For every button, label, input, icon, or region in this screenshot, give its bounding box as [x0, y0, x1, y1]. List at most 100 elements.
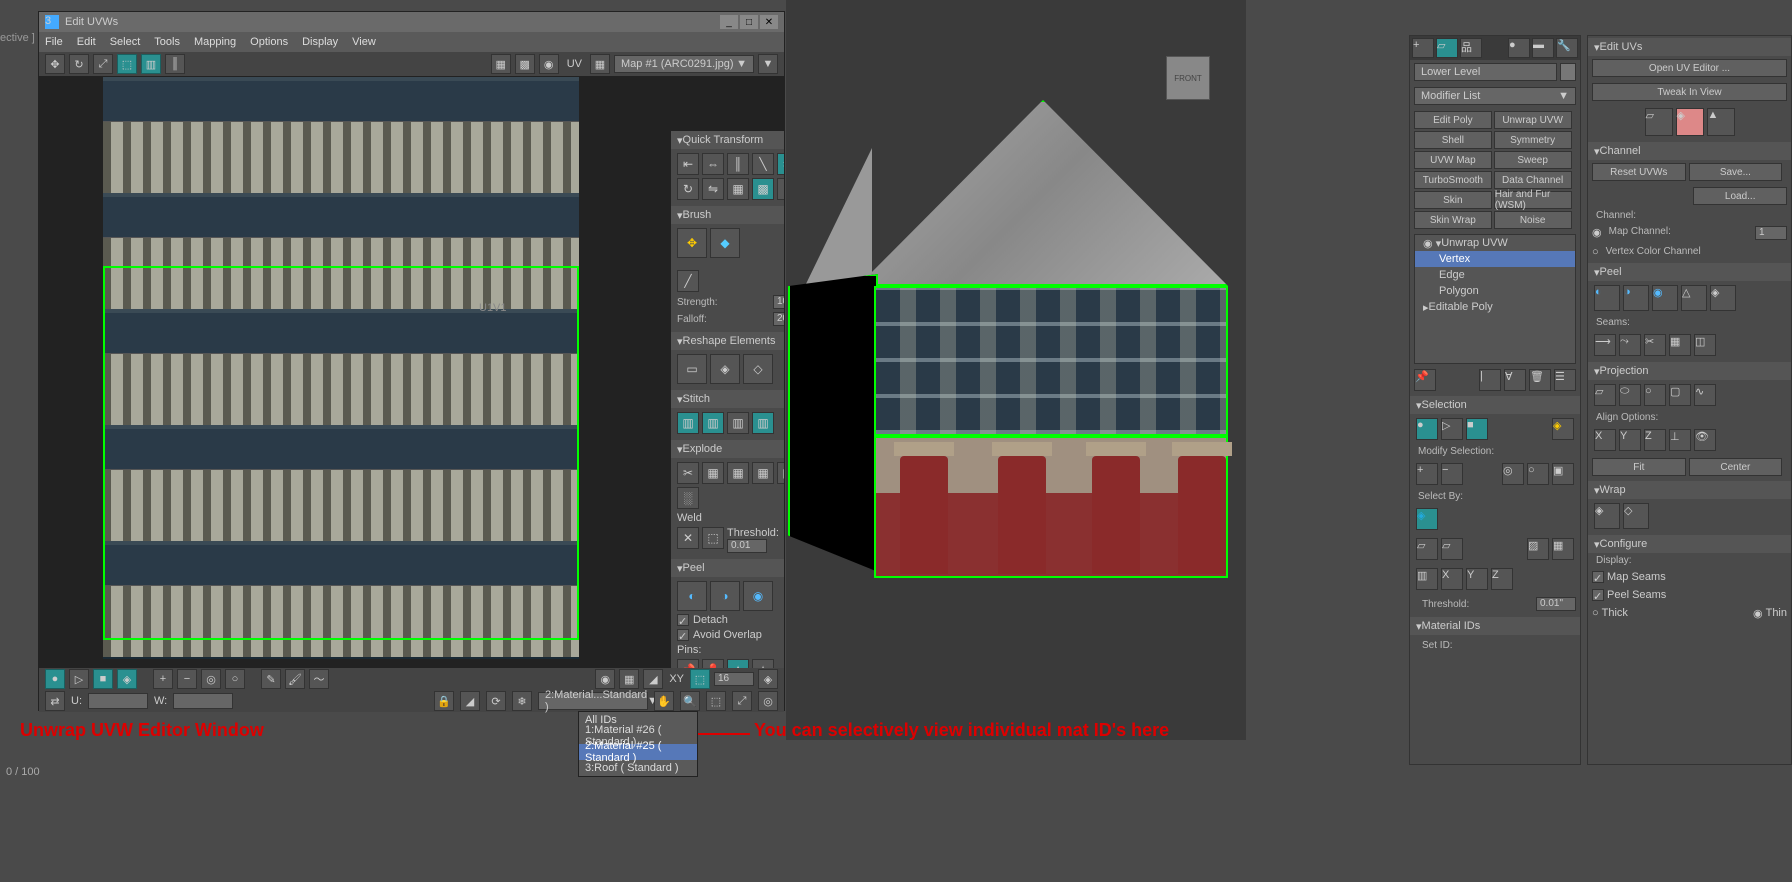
align-x[interactable]: X	[1594, 429, 1616, 451]
move-tool[interactable]: ✥	[45, 54, 65, 74]
abs-mode-icon[interactable]: ⇄	[45, 691, 65, 711]
pack-icetc[interactable]: ▩	[752, 178, 774, 200]
minimize-button[interactable]: _	[720, 15, 738, 29]
editpoly-button[interactable]: Edit Poly	[1414, 111, 1492, 129]
skinwrap-button[interactable]: Skin Wrap	[1414, 211, 1492, 229]
viewcube[interactable]: FRONT	[1166, 56, 1210, 100]
w-spinner[interactable]	[173, 693, 233, 709]
grow-icon[interactable]: +	[153, 669, 173, 689]
delete-mod-icon[interactable]: 🗑	[1529, 369, 1551, 391]
sel-edge-icon[interactable]: ▷	[1441, 418, 1463, 440]
strength-input[interactable]: 10.0	[773, 295, 784, 309]
section-explode[interactable]: ▾ Explode	[671, 440, 784, 458]
menu-mapping[interactable]: Mapping	[194, 36, 236, 48]
mapseams-checkbox[interactable]: ✓	[1592, 571, 1604, 583]
flatten5-icon[interactable]: ░	[677, 487, 699, 509]
seam5-icon[interactable]: ◫	[1694, 334, 1716, 356]
menu-tools[interactable]: Tools	[154, 36, 180, 48]
scale-tool[interactable]: ⤢	[93, 54, 113, 74]
peel1-icon[interactable]: ◐	[677, 581, 707, 611]
filter1-icon[interactable]: ◢	[460, 691, 480, 711]
zoom-selected-icon[interactable]: ◎	[758, 691, 778, 711]
open-uv-editor-button[interactable]: Open UV Editor ...	[1592, 59, 1787, 77]
flatten1-icon[interactable]: ▦	[702, 462, 724, 484]
pin4-icon[interactable]: ✧	[752, 659, 774, 668]
vertex-color-label[interactable]: Vertex Color Channel	[1606, 246, 1701, 258]
linear-align-icon[interactable]: ╲	[752, 153, 774, 175]
shrink-icon[interactable]: −	[177, 669, 197, 689]
pin3-icon[interactable]: ✦	[727, 659, 749, 668]
snow-icon[interactable]: ❄	[512, 691, 532, 711]
zoom-region-icon[interactable]: ⬚	[706, 691, 726, 711]
dropdown-toggle[interactable]: ▼	[758, 54, 778, 74]
planar4-icon[interactable]: ▦	[1552, 538, 1574, 560]
brush-icon[interactable]: 🖌	[285, 669, 305, 689]
peel-r5[interactable]: ◈	[1710, 285, 1736, 311]
paint-icon[interactable]: ✎	[261, 669, 281, 689]
grid-icon[interactable]: ▦	[727, 178, 749, 200]
pin2-icon[interactable]: 📍	[702, 659, 724, 668]
sync-icon[interactable]: ⟳	[486, 691, 506, 711]
section-projection[interactable]: ▾ Projection	[1588, 362, 1791, 380]
skin-button[interactable]: Skin	[1414, 191, 1492, 209]
menu-select[interactable]: Select	[110, 36, 141, 48]
grid-size-input[interactable]: 16	[714, 672, 754, 686]
seam3-icon[interactable]: ✂	[1644, 334, 1666, 356]
space-horiz-icon[interactable]: ⇉	[777, 153, 784, 175]
stitch2-icon[interactable]: ▥	[702, 412, 724, 434]
motion-tab[interactable]: ●	[1508, 38, 1530, 58]
align-vert-icon[interactable]: ║	[727, 153, 749, 175]
section-stitch[interactable]: ▾ Stitch	[671, 390, 784, 408]
freeform-tool[interactable]: ⬚	[117, 54, 137, 74]
sel-z[interactable]: Z	[1491, 568, 1513, 590]
opts3-icon[interactable]: ◢	[643, 669, 663, 689]
align-z[interactable]: Z	[1644, 429, 1666, 451]
shrink-icon[interactable]: −	[1441, 463, 1463, 485]
shell-button[interactable]: Shell	[1414, 131, 1492, 149]
load-button[interactable]: Load...	[1693, 187, 1787, 205]
ring-icon[interactable]: ○	[1527, 463, 1549, 485]
planar1-icon[interactable]: ▱	[1416, 538, 1438, 560]
sel-x[interactable]: X	[1441, 568, 1463, 590]
modifier-list-dropdown[interactable]: Modifier List▼	[1414, 87, 1576, 105]
section-reshape[interactable]: ▾ Reshape Elements	[671, 332, 784, 350]
break-icon[interactable]: ✂	[677, 462, 699, 484]
checker-icon[interactable]: ▩	[515, 54, 535, 74]
stack-unwrap[interactable]: ◉ ▾ Unwrap UVW	[1415, 235, 1575, 251]
grid-icon[interactable]: ▦	[491, 54, 511, 74]
mirror-tool[interactable]: ▥	[141, 54, 161, 74]
menu-view[interactable]: View	[352, 36, 376, 48]
seam2-icon[interactable]: ⤳	[1619, 334, 1641, 356]
soft-icon[interactable]: ～	[309, 669, 329, 689]
uv-editor-titlebar[interactable]: 3 Edit UVWs _ □ ✕	[39, 12, 784, 32]
peel2-icon[interactable]: ◑	[710, 581, 740, 611]
proj-sphere-icon[interactable]: ○	[1644, 384, 1666, 406]
weld2-icon[interactable]: ⬚	[702, 527, 724, 549]
sel-vertex-icon[interactable]: ●	[1416, 418, 1438, 440]
conv-icon[interactable]: ▣	[1552, 463, 1574, 485]
align-y[interactable]: Y	[1619, 429, 1641, 451]
object-color-swatch[interactable]	[1560, 63, 1576, 81]
overlap-checkbox[interactable]: ✓	[677, 629, 689, 641]
ring-icon[interactable]: ◎	[201, 669, 221, 689]
zoom-extents-icon[interactable]: ⤢	[732, 691, 752, 711]
flatten4-icon[interactable]: ▩	[777, 462, 784, 484]
planar3-icon[interactable]: ▨	[1527, 538, 1549, 560]
center-button[interactable]: Center	[1689, 458, 1783, 476]
seam1-icon[interactable]: ⟶	[1594, 334, 1616, 356]
peel-r3[interactable]: ◉	[1652, 285, 1678, 311]
proj-planar-icon[interactable]: ▱	[1594, 384, 1616, 406]
peel3-icon[interactable]: ◉	[743, 581, 773, 611]
opts2-icon[interactable]: ▦	[619, 669, 639, 689]
menu-options[interactable]: Options	[250, 36, 288, 48]
u-spinner[interactable]	[88, 693, 148, 709]
menu-edit[interactable]: Edit	[77, 36, 96, 48]
tool-icon[interactable]: ║	[165, 54, 185, 74]
show-icon[interactable]: ◉	[539, 54, 559, 74]
modify-tab[interactable]: ▱	[1436, 38, 1458, 58]
select-by-element[interactable]: ◈	[1416, 508, 1438, 530]
proj-spline-icon[interactable]: ∿	[1694, 384, 1716, 406]
peelseams-checkbox[interactable]: ✓	[1592, 589, 1604, 601]
proj-cyl-icon[interactable]: ⬭	[1619, 384, 1641, 406]
configure-sets-icon[interactable]: ☰	[1554, 369, 1576, 391]
